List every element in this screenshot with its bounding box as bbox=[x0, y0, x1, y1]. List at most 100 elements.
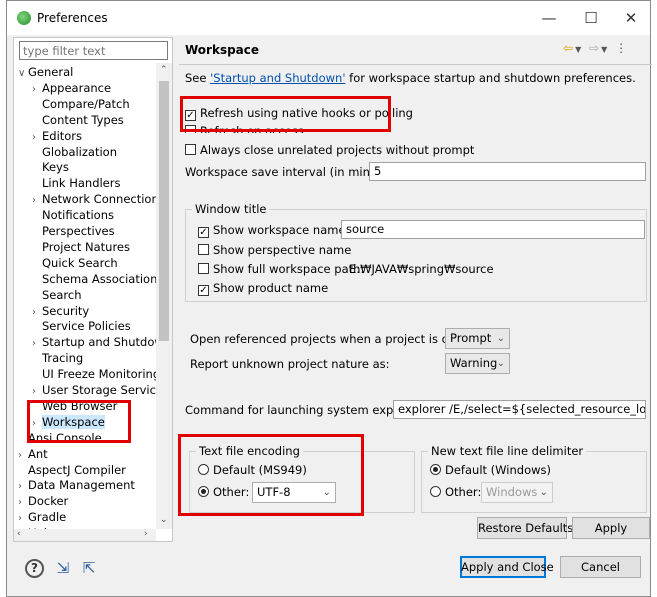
chevron-down-icon: ⌄ bbox=[496, 358, 505, 369]
show-product-checkbox[interactable]: ✓ Show product name bbox=[198, 281, 328, 296]
encoding-default-radio[interactable]: Default (MS949) bbox=[198, 463, 307, 477]
tree-item[interactable]: › Appearance bbox=[32, 80, 111, 96]
tree-item[interactable]: Notifications bbox=[32, 207, 114, 223]
tree-item[interactable]: › Gradle bbox=[18, 509, 66, 525]
checkbox-checked-icon[interactable]: ✓ bbox=[198, 285, 209, 296]
tree-item[interactable]: Perspectives bbox=[32, 223, 115, 239]
tree-item[interactable]: Web Browser bbox=[32, 398, 117, 414]
refresh-native-label: Refresh using native hooks or polling bbox=[200, 106, 413, 120]
startup-shutdown-link[interactable]: 'Startup and Shutdown' bbox=[210, 71, 345, 85]
tree-horizontal-scrollbar[interactable]: ‹ › bbox=[14, 529, 156, 541]
tree-item[interactable]: › Editors bbox=[32, 128, 82, 144]
report-nature-label: Report unknown project nature as: bbox=[190, 357, 390, 371]
history-nav[interactable]: ⇦▼ ⇨▼ ⋮ bbox=[563, 41, 629, 55]
checkbox-checked-icon[interactable]: ✓ bbox=[198, 227, 209, 238]
tree-item-label: Editors bbox=[42, 128, 83, 143]
explorer-command-input[interactable]: explorer /E,/select=${selected_resource_… bbox=[393, 400, 646, 419]
encoding-select[interactable]: UTF-8 ⌄ bbox=[252, 482, 336, 503]
tree-item-label: Startup and Shutdown bbox=[42, 335, 156, 350]
forward-menu-icon[interactable]: ▼ bbox=[601, 45, 609, 54]
report-nature-value: Warning bbox=[450, 356, 498, 370]
always-close-checkbox[interactable]: Always close unrelated projects without … bbox=[185, 143, 474, 157]
radio-icon[interactable] bbox=[198, 464, 209, 475]
tree-item-label: User Storage Service bbox=[42, 383, 156, 397]
forward-icon[interactable]: ⇨ bbox=[589, 41, 601, 55]
tree-item[interactable]: Ansi Console bbox=[18, 430, 102, 446]
tree-item[interactable]: Quick Search bbox=[32, 255, 118, 271]
tree-item[interactable]: › Ant bbox=[18, 446, 48, 462]
radio-selected-icon[interactable] bbox=[198, 486, 209, 497]
save-interval-input[interactable]: 5 bbox=[369, 162, 646, 181]
minimize-button[interactable]: — bbox=[534, 7, 564, 29]
close-button[interactable]: ✕ bbox=[616, 7, 646, 29]
scroll-up-icon[interactable]: ⌃ bbox=[160, 65, 168, 75]
tree-item[interactable]: Content Types bbox=[32, 112, 124, 128]
help-icon[interactable]: ? bbox=[25, 559, 44, 578]
refresh-native-checkbox[interactable]: ✓ Refresh using native hooks or polling bbox=[185, 106, 413, 121]
show-workspace-name-checkbox[interactable]: ✓ Show workspace name: bbox=[198, 223, 349, 238]
chevron-down-icon[interactable]: ∨ bbox=[18, 66, 28, 82]
tree-item[interactable]: › Network Connections bbox=[32, 191, 156, 207]
filter-input[interactable] bbox=[19, 41, 168, 60]
tree-item[interactable]: › Data Management bbox=[18, 477, 135, 493]
show-full-path-checkbox[interactable]: Show full workspace path: bbox=[198, 262, 364, 276]
tree-item[interactable]: UI Freeze Monitoring bbox=[32, 366, 156, 382]
tree-item[interactable]: AspectJ Compiler bbox=[18, 462, 126, 478]
tree-item[interactable]: Schema Associations bbox=[32, 271, 156, 287]
tree-item[interactable]: › User Storage Service bbox=[32, 382, 156, 398]
tree-item[interactable]: ∨ General bbox=[18, 64, 73, 80]
checkbox-icon[interactable] bbox=[185, 125, 196, 133]
tree-item-label: Security bbox=[42, 303, 90, 318]
tree-item[interactable]: › Workspace bbox=[32, 414, 105, 430]
tree-item[interactable]: Globalization bbox=[32, 144, 117, 160]
workspace-name-input[interactable]: source bbox=[341, 220, 645, 239]
cancel-button[interactable]: Cancel bbox=[560, 556, 641, 578]
scroll-right-icon[interactable]: › bbox=[144, 529, 148, 539]
tree-item[interactable]: Tracing bbox=[32, 350, 83, 366]
preference-tree-panel: ∨General›AppearanceCompare/PatchContent … bbox=[13, 37, 173, 542]
tree-vertical-scrollbar[interactable]: ⌃ ⌄ bbox=[156, 63, 172, 529]
checkbox-icon[interactable] bbox=[198, 244, 209, 255]
export-icon[interactable]: ⇱ bbox=[78, 559, 100, 579]
tree-item[interactable]: › Security bbox=[32, 303, 89, 319]
open-referenced-select[interactable]: Prompt ⌄ bbox=[445, 328, 510, 349]
scroll-left-icon[interactable]: ‹ bbox=[17, 529, 21, 539]
delimiter-default-radio[interactable]: Default (Windows) bbox=[430, 463, 551, 477]
full-path-value: E:₩JAVA₩spring₩source bbox=[349, 262, 494, 276]
tree-item[interactable]: › Docker bbox=[18, 493, 68, 509]
preference-tree: ∨ General › Appearance Compare/Patch Content … bbox=[14, 63, 156, 530]
tree-item-label: Tracing bbox=[42, 351, 84, 366]
tree-item[interactable]: Search bbox=[32, 287, 82, 303]
show-perspective-checkbox[interactable]: Show perspective name bbox=[198, 243, 351, 257]
encoding-other-radio[interactable]: Other: bbox=[198, 485, 249, 499]
tree-item[interactable]: Keys bbox=[32, 159, 69, 175]
delimiter-other-radio[interactable]: Other: bbox=[430, 485, 481, 499]
tree-item-label: Keys bbox=[42, 160, 69, 175]
view-menu-icon[interactable]: ⋮ bbox=[615, 41, 629, 55]
tree-item[interactable]: ›Startup and Shutdown bbox=[32, 334, 156, 350]
tree-item[interactable]: Compare/Patch bbox=[32, 96, 130, 112]
tree-item-label: Schema Associations bbox=[42, 271, 156, 286]
restore-defaults-button[interactable]: Restore Defaults bbox=[477, 517, 573, 539]
back-menu-icon[interactable]: ▼ bbox=[575, 45, 583, 54]
apply-button[interactable]: Apply bbox=[572, 517, 650, 539]
back-icon[interactable]: ⇦ bbox=[563, 41, 575, 55]
scroll-down-icon[interactable]: ⌄ bbox=[160, 515, 168, 525]
radio-icon[interactable] bbox=[430, 486, 441, 497]
checkbox-icon[interactable] bbox=[185, 144, 196, 155]
tree-item-label: Docker bbox=[28, 494, 69, 509]
tree-item[interactable]: Project Natures bbox=[32, 239, 130, 255]
tree-item[interactable]: Service Policies bbox=[32, 318, 131, 334]
tree-item[interactable]: Link Handlers bbox=[32, 175, 120, 191]
report-nature-select[interactable]: Warning ⌄ bbox=[445, 353, 510, 374]
checkbox-checked-icon[interactable]: ✓ bbox=[185, 110, 196, 121]
hint-suffix: for workspace startup and shutdown prefe… bbox=[345, 71, 636, 85]
scroll-thumb[interactable] bbox=[159, 81, 169, 341]
window-title-group-label: Window title bbox=[192, 202, 270, 216]
checkbox-icon[interactable] bbox=[198, 263, 209, 274]
radio-selected-icon[interactable] bbox=[430, 464, 441, 475]
apply-and-close-button[interactable]: Apply and Close bbox=[460, 556, 554, 578]
maximize-button[interactable]: ☐ bbox=[576, 7, 606, 29]
import-icon[interactable]: ⇲ bbox=[52, 559, 74, 579]
refresh-access-checkbox[interactable]: Refresh on access bbox=[185, 124, 304, 133]
